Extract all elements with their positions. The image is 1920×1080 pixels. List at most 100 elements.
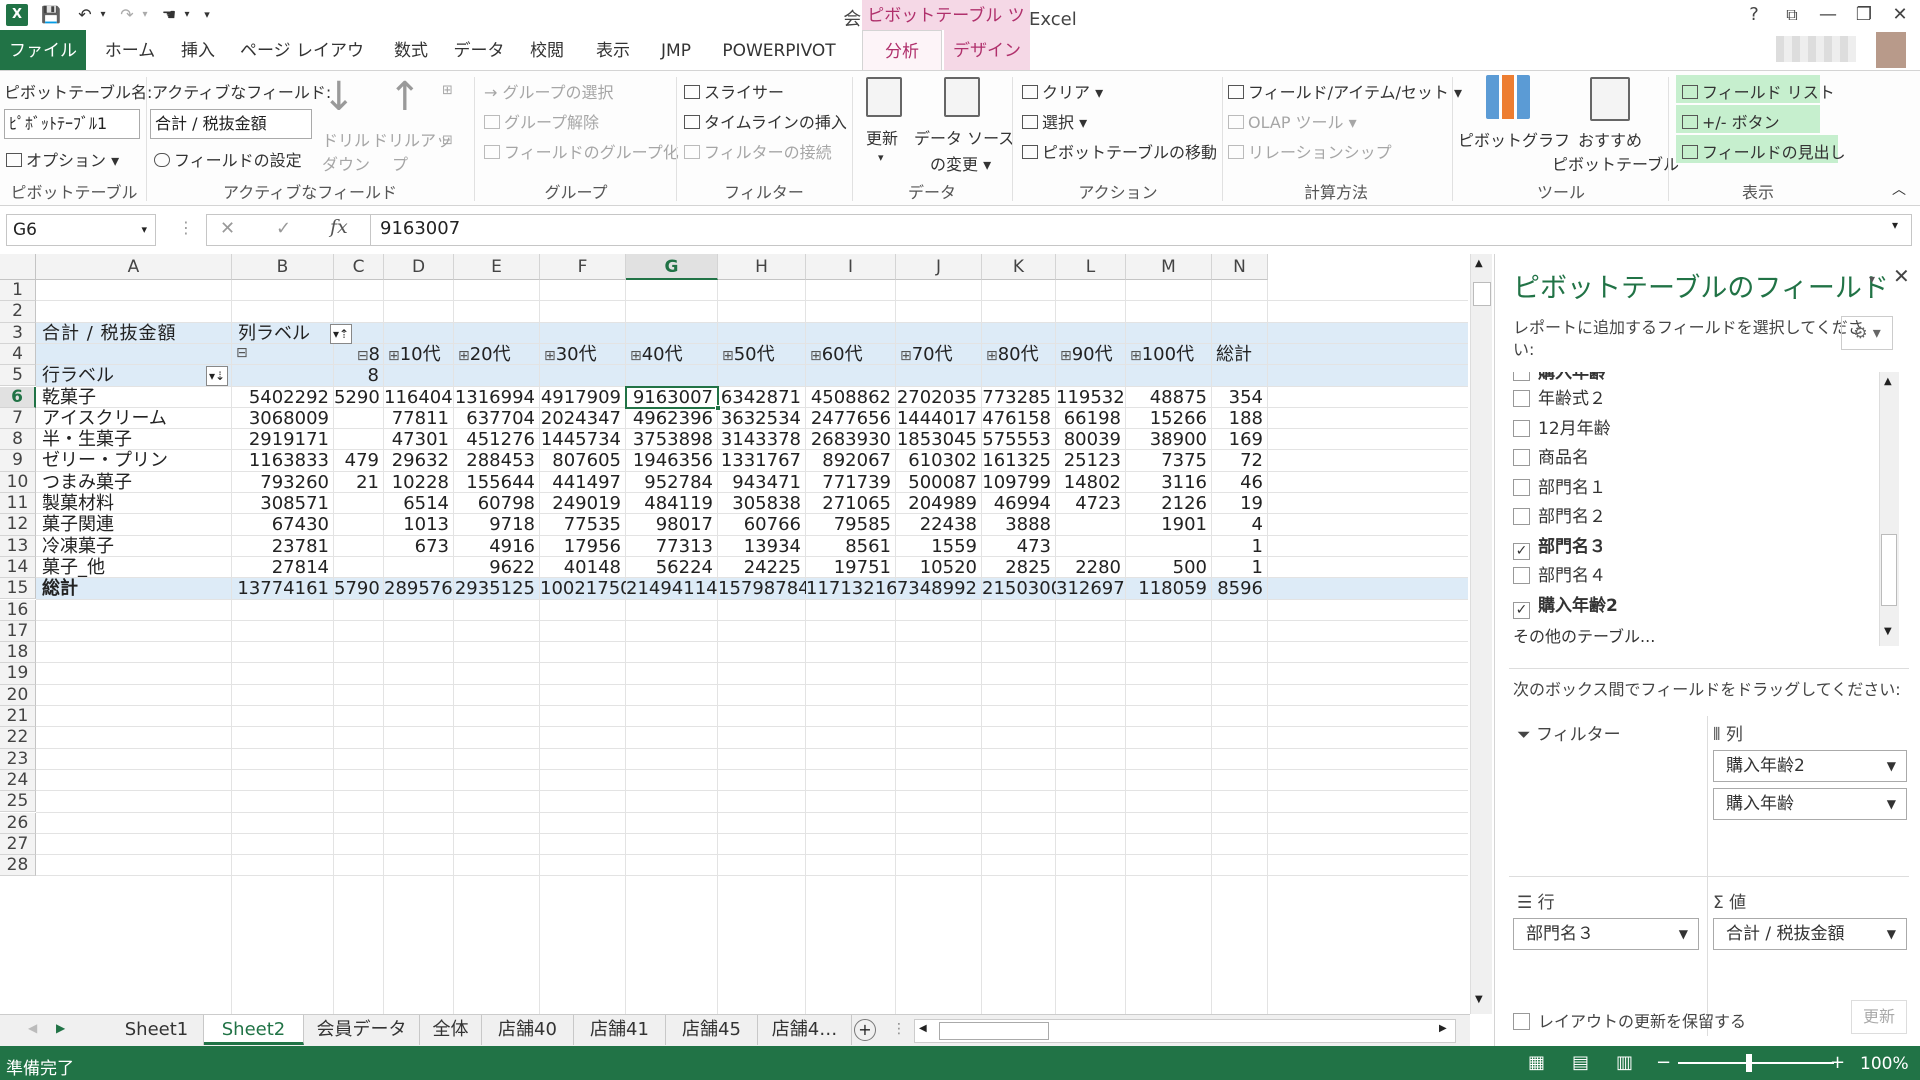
pivot-chart-icon[interactable]: [1486, 75, 1530, 119]
name-box[interactable]: G6 ▾: [6, 214, 156, 246]
layout-settings-button[interactable]: ⚙ ▾: [1841, 316, 1893, 350]
cancel-edit-icon[interactable]: ✕: [220, 218, 235, 239]
recommended-pivot-icon[interactable]: [1590, 77, 1630, 121]
column-header-e[interactable]: E: [454, 254, 540, 280]
sheet-tab-store41[interactable]: 店舗41: [574, 1015, 666, 1045]
row-header-4[interactable]: 4: [0, 343, 36, 366]
column-header-n[interactable]: N: [1212, 254, 1268, 280]
tab-formulas[interactable]: 数式: [380, 30, 442, 70]
zoom-in-icon[interactable]: +: [1830, 1052, 1845, 1073]
field-checkbox[interactable]: [1513, 478, 1530, 496]
pivot-value-label[interactable]: 合計 / 税抜金額: [36, 321, 232, 347]
column-header-f[interactable]: F: [540, 254, 626, 280]
active-field-input[interactable]: 合計 / 税抜金額: [150, 109, 312, 139]
field-checkbox[interactable]: [1513, 372, 1530, 381]
column-header-b[interactable]: B: [232, 254, 334, 280]
row-header-5[interactable]: 5: [0, 365, 36, 387]
field-item[interactable]: 部門名４: [1513, 563, 1606, 589]
dropdown-icon[interactable]: ▼: [1887, 751, 1896, 781]
field-checkbox-checked[interactable]: ✓: [1513, 542, 1530, 560]
tab-powerpivot[interactable]: POWERPIVOT: [712, 30, 846, 70]
minimize-button[interactable]: —: [1810, 2, 1846, 28]
column-header-m[interactable]: M: [1126, 254, 1212, 280]
row-header-25[interactable]: 25: [0, 791, 36, 813]
olap-tools-button[interactable]: OLAP ツール ▾: [1228, 109, 1357, 133]
drilldown-label-2[interactable]: ダウン: [322, 151, 370, 175]
grand-total-cell[interactable]: 7348992: [896, 576, 982, 602]
dropdown-icon[interactable]: ▼: [1887, 789, 1896, 819]
horizontal-scrollbar[interactable]: ◀ ▶: [914, 1019, 1456, 1043]
sheet-tab-sheet2[interactable]: Sheet2: [204, 1015, 304, 1045]
row-header-18[interactable]: 18: [0, 642, 36, 664]
collapse-icon[interactable]: ⊟: [357, 348, 369, 364]
recommended-pivot-label[interactable]: おすすめ: [1578, 127, 1642, 151]
relationships-button[interactable]: リレーションシップ: [1228, 139, 1392, 163]
column-group-header[interactable]: ⊞20代: [454, 342, 540, 368]
expand-icon[interactable]: ⊞: [458, 348, 470, 364]
normal-view-icon[interactable]: ▦: [1528, 1052, 1545, 1073]
grand-total-cell[interactable]: 2150300: [982, 576, 1056, 602]
dropdown-icon[interactable]: ▼: [1887, 919, 1896, 949]
grand-total-cell[interactable]: 5790: [334, 576, 384, 602]
row-header-19[interactable]: 19: [0, 663, 36, 685]
field-scroll-thumb[interactable]: [1881, 534, 1897, 606]
column-header-c[interactable]: C: [334, 254, 384, 280]
field-item[interactable]: 部門名２: [1513, 504, 1606, 530]
field-cutoff[interactable]: 購入年齢: [1513, 372, 1606, 386]
column-header-a[interactable]: A: [36, 254, 232, 280]
field-item[interactable]: 年齢式２: [1513, 386, 1606, 412]
spreadsheet-grid[interactable]: ABCDEFGHIJKLMN 1 2 3 4 5 6 7 8 9 10 11 12 13 14 15 16 17…: [0, 254, 1468, 1014]
zoom-slider-thumb[interactable]: [1746, 1054, 1752, 1072]
refresh-icon[interactable]: [866, 77, 902, 117]
column-group-header[interactable]: ⊞80代: [982, 342, 1056, 368]
column-group-header[interactable]: ⊞100代: [1126, 342, 1212, 368]
fields-items-sets-button[interactable]: フィールド/アイテム/セット ▾: [1228, 79, 1462, 103]
field-scroll-down-icon[interactable]: ▼: [1884, 626, 1892, 637]
row-header-15[interactable]: 15: [0, 578, 36, 600]
field-item[interactable]: 部門名１: [1513, 475, 1606, 501]
column-header-j[interactable]: J: [896, 254, 982, 280]
row-header-16[interactable]: 16: [0, 599, 36, 621]
row-header-28[interactable]: 28: [0, 855, 36, 877]
sheet-tab-member-data[interactable]: 会員データ: [304, 1015, 420, 1045]
column-field-age[interactable]: 購入年齢 ▼: [1713, 788, 1907, 820]
row-header-17[interactable]: 17: [0, 620, 36, 643]
row-header-10[interactable]: 10: [0, 471, 36, 493]
field-checkbox[interactable]: [1513, 390, 1530, 407]
row-header-13[interactable]: 13: [0, 535, 36, 557]
field-item[interactable]: 12月年齢: [1513, 416, 1611, 442]
expand-icon[interactable]: ⊞: [722, 348, 734, 364]
row-header-24[interactable]: 24: [0, 769, 36, 792]
column-group-header[interactable]: ⊞70代: [896, 342, 982, 368]
column-header-k[interactable]: K: [982, 254, 1056, 280]
grand-total-cell[interactable]: 11713216: [806, 576, 896, 602]
grand-total-label[interactable]: 総計: [36, 576, 232, 602]
expand-icon[interactable]: ⊞: [1130, 348, 1142, 364]
expand-icon[interactable]: ⊞: [630, 348, 642, 364]
row-filter-button[interactable]: ▾⇣: [206, 366, 228, 387]
recommended-pivot-label-2[interactable]: ピボットテーブル: [1552, 151, 1679, 175]
tab-design[interactable]: デザイン: [944, 30, 1030, 70]
tab-jmp[interactable]: JMP: [650, 30, 702, 70]
field-checkbox[interactable]: [1513, 567, 1530, 584]
new-sheet-icon[interactable]: +: [854, 1019, 876, 1041]
expand-icon[interactable]: ⊞: [388, 348, 400, 364]
grand-total-cell[interactable]: 312697: [1056, 576, 1126, 602]
tab-file[interactable]: ファイル: [0, 30, 86, 70]
column-group-header[interactable]: ⊞50代: [718, 342, 806, 368]
tab-split-grip-icon[interactable]: ⋮: [892, 1021, 906, 1037]
drillup-arrow-icon[interactable]: ↑: [388, 77, 422, 117]
pivot-name-input[interactable]: ﾋﾟﾎﾞｯﾄﾃｰﾌﾞﾙ1: [4, 109, 140, 139]
column-group-header[interactable]: ⊞40代: [626, 342, 718, 368]
row-header-23[interactable]: 23: [0, 748, 36, 770]
zoom-out-icon[interactable]: −: [1656, 1052, 1671, 1073]
sheet-tab-store40[interactable]: 店舗40: [482, 1015, 574, 1045]
column-header-h[interactable]: H: [718, 254, 806, 280]
fill-handle[interactable]: [715, 404, 721, 411]
zoom-slider-track[interactable]: [1678, 1062, 1834, 1064]
column-header-l[interactable]: L: [1056, 254, 1126, 280]
field-settings-button[interactable]: フィールドの設定: [154, 147, 302, 171]
row-header-11[interactable]: 11: [0, 493, 36, 515]
panel-close-icon[interactable]: ✕: [1893, 264, 1910, 288]
update-button[interactable]: 更新: [1851, 1000, 1907, 1034]
